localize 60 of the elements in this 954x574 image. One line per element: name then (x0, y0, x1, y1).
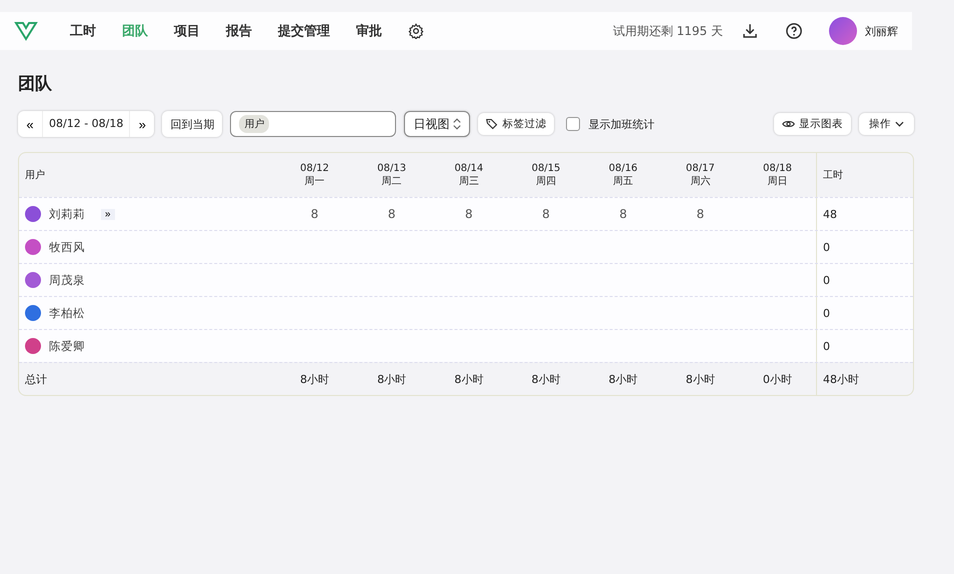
user-name[interactable]: 刘丽辉 (865, 24, 898, 38)
tag-filter-button[interactable]: 标签过滤 (478, 113, 554, 135)
overtime-checkbox[interactable] (566, 117, 580, 131)
column-header: 08/15 周四 (530, 162, 562, 188)
actions-button[interactable]: 操作 (859, 113, 914, 135)
show-chart-button[interactable]: 显示图表 (774, 113, 851, 135)
user-name: 刘莉莉 (49, 206, 85, 222)
previous-button[interactable]: « (18, 116, 42, 132)
page-title: 团队 (18, 73, 53, 96)
chevron-icon (895, 121, 904, 127)
settings-icon[interactable] (408, 23, 424, 39)
column-header: 08/14 周三 (453, 162, 484, 188)
total-label: 总计 (24, 372, 48, 386)
logo-icon[interactable] (14, 21, 38, 41)
checkbox-label: 显示加班统计 (588, 116, 654, 132)
expand-button[interactable]: » (101, 208, 115, 220)
help-icon[interactable] (785, 22, 803, 40)
user-name: 牧西风 (49, 240, 85, 254)
user-filter-field[interactable]: 用户 (230, 111, 396, 137)
column-header: 08/17 周六 (684, 162, 716, 188)
table-cell-text: 8小时 (299, 372, 330, 386)
table-cell-text: 8 (695, 207, 706, 221)
date-range: 08/12 - 08/18 (42, 111, 130, 137)
chevron-icon (453, 118, 462, 130)
table-cell-text: 8小时 (453, 372, 484, 386)
table-cell-text: 0小时 (762, 372, 793, 386)
column-header: 用户 (24, 168, 46, 182)
download-icon[interactable] (741, 22, 759, 40)
nav-tab[interactable]: 工时 (70, 22, 96, 40)
next-button[interactable]: » (130, 116, 154, 132)
column-header: 08/13 周二 (376, 162, 408, 188)
user-name: 李柏松 (49, 306, 85, 320)
table-cell-text: 8小时 (608, 372, 639, 386)
current-period-button[interactable]: 回到当期 (162, 111, 222, 137)
column-header: 08/12 周一 (299, 162, 330, 188)
user-name: 周茂泉 (49, 272, 85, 288)
nav-tab[interactable]: 审批 (356, 22, 382, 40)
nav-tab[interactable]: 项目 (174, 22, 200, 40)
eye-icon (782, 119, 795, 129)
column-header: 08/16 周五 (608, 162, 639, 188)
table-cell: 0 (816, 330, 913, 362)
filter-chip[interactable]: 用户 (239, 115, 270, 133)
table-cell-text: 8 (618, 207, 628, 221)
date-range-picker[interactable]: « 08/12 - 08/18 » (18, 111, 154, 137)
user-name: 陈爱卿 (49, 338, 85, 354)
table-cell-text: 8 (541, 207, 551, 221)
table-cell-text: 8小时 (376, 372, 408, 386)
table-cell-text: 8 (310, 207, 320, 221)
table-cell: 48小时 (816, 363, 913, 395)
view-select[interactable]: 日视图 (404, 111, 470, 137)
table-cell-text: 8 (464, 207, 474, 221)
table-cell-text: 8 (386, 207, 397, 221)
table-cell-text: 8小时 (684, 372, 716, 386)
avatar-icon[interactable] (829, 17, 857, 45)
table-cell-text: 8小时 (530, 372, 562, 386)
trial-notice: 试用期还剩 1195 天 (612, 22, 723, 40)
column-header: 08/18 周日 (762, 162, 793, 188)
tag-icon (486, 118, 498, 130)
nav-tab[interactable]: 提交管理 (278, 22, 330, 40)
nav-tab[interactable]: 报告 (226, 22, 252, 40)
